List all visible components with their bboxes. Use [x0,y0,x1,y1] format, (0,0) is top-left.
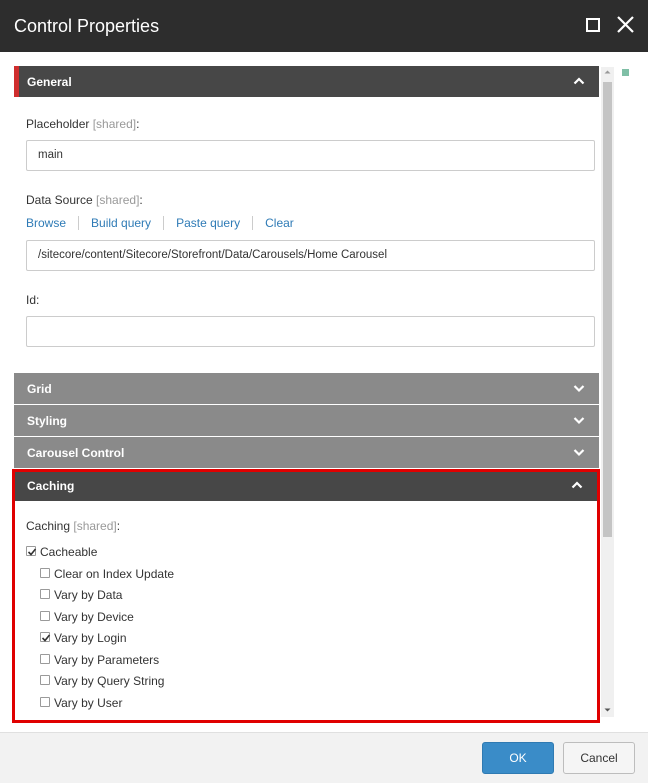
id-label: Id: [26,293,40,307]
chevron-down-icon [573,449,585,457]
ok-button[interactable]: OK [482,742,554,774]
section-grid-label: Grid [27,382,52,396]
active-accent-bar [14,66,19,97]
checkmark-icon [27,548,37,556]
section-styling-header[interactable]: Styling [14,405,599,436]
section-general-label: General [27,75,72,89]
checkbox-checked[interactable] [40,632,51,642]
caching-option-label: Vary by Data [54,588,123,602]
chevron-up-icon [571,481,583,489]
chevron-down-icon [573,385,585,393]
paste-query-link[interactable]: Paste query [163,216,252,230]
scroll-down-arrow-icon[interactable] [601,705,614,715]
datasource-label-suffix: : [139,193,143,207]
caching-label-suffix: : [116,519,121,533]
datasource-label: Data Source [shared]: [26,193,143,207]
checkbox-unchecked[interactable] [40,568,50,578]
placeholder-label-suffix: : [136,117,140,131]
placeholder-input[interactable]: main [26,140,595,171]
section-carousel-header[interactable]: Carousel Control [14,437,599,468]
datasource-shared-tag: [shared] [96,193,140,207]
placeholder-shared-tag: [shared] [92,117,137,131]
side-indicator [622,69,629,76]
checkbox-unchecked[interactable] [40,697,50,707]
section-styling-label: Styling [27,414,68,428]
title-bar: Control Properties [0,0,648,52]
caching-option-label: Vary by User [54,696,123,710]
scrollbar-thumb[interactable] [603,82,612,537]
caching-label: Caching [shared]: [26,519,120,533]
caching-option-label: Vary by Login [54,631,127,645]
dialog-title: Control Properties [14,16,160,36]
caching-option-label: Vary by Device [54,610,134,624]
section-grid-header[interactable]: Grid [14,373,599,404]
checkbox-unchecked[interactable] [40,654,50,664]
caching-option-label: Vary by Parameters [54,653,160,667]
browse-link[interactable]: Browse [26,216,78,230]
id-input[interactable] [26,316,595,347]
caching-shared-tag: [shared] [73,519,117,533]
chevron-down-icon [573,417,585,425]
build-query-link[interactable]: Build query [78,216,163,230]
chevron-up-icon [573,77,585,85]
scroll-up-arrow-icon[interactable] [601,67,614,77]
close-icon[interactable] [616,14,636,36]
caching-option-label: Vary by Query String [54,674,165,688]
cancel-button[interactable]: Cancel [563,742,635,774]
section-caching-header[interactable]: Caching [15,470,597,501]
caching-option-label: Clear on Index Update [54,567,175,581]
clear-link[interactable]: Clear [252,216,306,230]
checkbox-unchecked[interactable] [40,589,50,599]
datasource-input[interactable]: /sitecore/content/Sitecore/Storefront/Da… [26,240,595,271]
caching-option-label: Cacheable [40,545,98,559]
checkmark-icon [41,634,51,642]
section-general-header[interactable]: General [14,66,599,97]
caching-label-text: Caching [26,519,71,533]
section-caching-label: Caching [27,479,75,493]
checkbox-checked[interactable] [26,546,37,556]
maximize-icon[interactable] [586,18,600,32]
dialog-footer: OK Cancel [0,732,648,783]
checkbox-unchecked[interactable] [40,611,50,621]
placeholder-label: Placeholder [shared]: [26,117,139,131]
placeholder-label-text: Placeholder [26,117,90,131]
datasource-label-text: Data Source [26,193,93,207]
checkbox-unchecked[interactable] [40,675,50,685]
datasource-actions: Browse Build query Paste query Clear [26,216,306,232]
section-carousel-label: Carousel Control [27,446,125,460]
